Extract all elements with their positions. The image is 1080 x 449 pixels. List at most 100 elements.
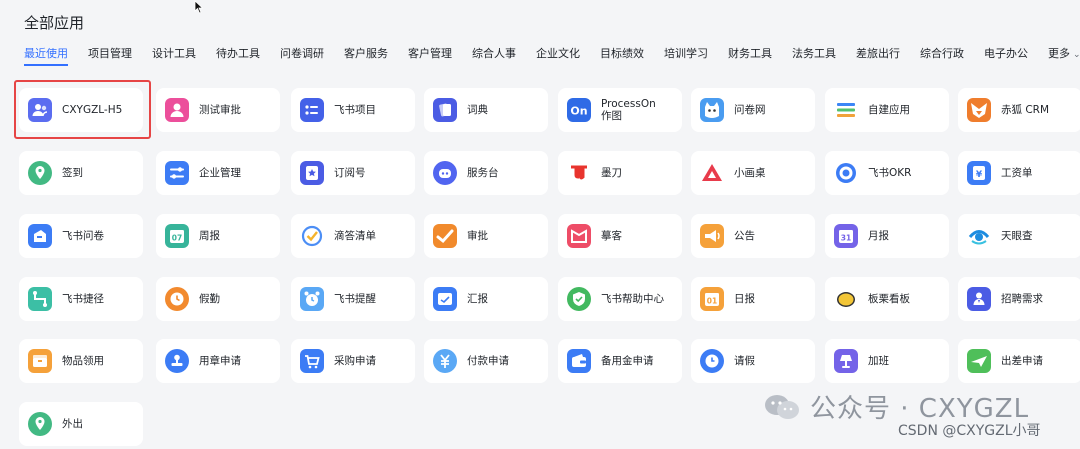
- app-label: 审批: [467, 230, 488, 242]
- calendar-icon: 07: [165, 224, 189, 248]
- tab-3[interactable]: 待办工具: [216, 46, 260, 64]
- person-icon: [165, 98, 189, 122]
- tab-8[interactable]: 企业文化: [536, 46, 580, 64]
- tab-2[interactable]: 设计工具: [152, 46, 196, 64]
- wallet-icon: [567, 349, 591, 373]
- app-card[interactable]: 备用金申请: [558, 339, 682, 383]
- app-card[interactable]: 请假: [691, 339, 815, 383]
- triangle-icon: [700, 161, 724, 185]
- modao-icon: [567, 161, 591, 185]
- app-label: 加班: [868, 355, 889, 367]
- app-label: 飞书问卷: [62, 230, 104, 242]
- box-icon: [28, 349, 52, 373]
- app-card[interactable]: 飞书帮助中心: [558, 277, 682, 321]
- app-card[interactable]: 摹客: [558, 214, 682, 258]
- app-card[interactable]: 付款申请: [424, 339, 548, 383]
- tab-9[interactable]: 目标绩效: [600, 46, 644, 64]
- app-card[interactable]: 汇报: [424, 277, 548, 321]
- app-card[interactable]: 滴答清单: [291, 214, 415, 258]
- app-label: 签到: [62, 167, 83, 179]
- tab-label: 综合人事: [472, 47, 516, 60]
- leave-icon: [700, 349, 724, 373]
- app-card[interactable]: 01 日报: [691, 277, 815, 321]
- app-card[interactable]: 招聘需求: [958, 277, 1080, 321]
- tab-6[interactable]: 客户管理: [408, 46, 452, 64]
- app-label: 日报: [734, 293, 755, 305]
- pin-icon: [28, 412, 52, 436]
- app-card[interactable]: 签到: [19, 151, 143, 195]
- app-label: 问卷网: [734, 104, 766, 116]
- app-label: 招聘需求: [1001, 293, 1043, 305]
- app-card[interactable]: 企业管理: [156, 151, 280, 195]
- app-card[interactable]: 飞书问卷: [19, 214, 143, 258]
- app-card[interactable]: 词典: [424, 88, 548, 132]
- tab-14[interactable]: 综合行政: [920, 46, 964, 64]
- tab-10[interactable]: 培训学习: [664, 46, 708, 64]
- app-label: 测试审批: [199, 104, 241, 116]
- app-card[interactable]: 采购申请: [291, 339, 415, 383]
- tab-16[interactable]: 更多 ⌄: [1048, 46, 1080, 64]
- tab-0[interactable]: 最近使用: [24, 46, 68, 66]
- app-card[interactable]: 飞书提醒: [291, 277, 415, 321]
- app-card[interactable]: 飞书OKR: [825, 151, 949, 195]
- app-card[interactable]: 审批: [424, 214, 548, 258]
- app-card[interactable]: 加班: [825, 339, 949, 383]
- app-card[interactable]: 小画桌: [691, 151, 815, 195]
- tab-15[interactable]: 电子办公: [984, 46, 1028, 64]
- app-card[interactable]: On ProcessOn作图: [558, 88, 682, 132]
- app-card[interactable]: 天眼查: [958, 214, 1080, 258]
- app-card[interactable]: 飞书项目: [291, 88, 415, 132]
- app-label: ProcessOn作图: [601, 98, 656, 122]
- app-label: 请假: [734, 355, 755, 367]
- tab-label: 企业文化: [536, 47, 580, 60]
- app-card[interactable]: 公告: [691, 214, 815, 258]
- target-icon: [834, 161, 858, 185]
- tab-13[interactable]: 差旅出行: [856, 46, 900, 64]
- app-card[interactable]: 飞书捷径: [19, 277, 143, 321]
- app-card[interactable]: 服务台: [424, 151, 548, 195]
- stamp-icon: [165, 349, 189, 373]
- app-label: 周报: [199, 230, 220, 242]
- app-card[interactable]: 31 月报: [825, 214, 949, 258]
- mouse-cursor-icon: [194, 0, 204, 14]
- tab-5[interactable]: 客户服务: [344, 46, 388, 64]
- tab-label: 财务工具: [728, 47, 772, 60]
- tab-1[interactable]: 项目管理: [88, 46, 132, 64]
- app-card[interactable]: 自建应用: [825, 88, 949, 132]
- app-card[interactable]: 测试审批: [156, 88, 280, 132]
- tab-4[interactable]: 问卷调研: [280, 46, 324, 64]
- app-card[interactable]: 板栗看板: [825, 277, 949, 321]
- app-label: 公告: [734, 230, 755, 242]
- app-card[interactable]: 用章申请: [156, 339, 280, 383]
- app-card[interactable]: 订阅号: [291, 151, 415, 195]
- app-label: 备用金申请: [601, 355, 654, 367]
- app-card[interactable]: 外出: [19, 402, 143, 446]
- app-card[interactable]: ¥ 工资单: [958, 151, 1080, 195]
- tab-7[interactable]: 综合人事: [472, 46, 516, 64]
- svg-text:31: 31: [841, 234, 851, 243]
- cards-icon: [433, 98, 457, 122]
- app-card[interactable]: 问卷网: [691, 88, 815, 132]
- app-card[interactable]: 出差申请: [958, 339, 1080, 383]
- tab-11[interactable]: 财务工具: [728, 46, 772, 64]
- app-card[interactable]: 07 周报: [156, 214, 280, 258]
- app-label: 企业管理: [199, 167, 241, 179]
- svg-text:¥: ¥: [976, 170, 983, 180]
- check-icon: [300, 224, 324, 248]
- tab-12[interactable]: 法务工具: [792, 46, 836, 64]
- svg-text:01: 01: [707, 297, 717, 306]
- app-label: 板栗看板: [868, 293, 910, 305]
- app-card[interactable]: 赤狐 CRM: [958, 88, 1080, 132]
- calendar-icon: 31: [834, 224, 858, 248]
- page-title: 全部应用: [24, 14, 85, 32]
- chestnut-icon: [834, 287, 858, 311]
- app-label: 出差申请: [1001, 355, 1043, 367]
- app-card[interactable]: 墨刀: [558, 151, 682, 195]
- app-card[interactable]: 物品领用: [19, 339, 143, 383]
- calendar-icon: 01: [700, 287, 724, 311]
- eye-icon: [967, 224, 991, 248]
- app-card[interactable]: 假勤: [156, 277, 280, 321]
- megaphone-icon: [700, 224, 724, 248]
- app-label: 假勤: [199, 293, 220, 305]
- tab-label: 客户服务: [344, 47, 388, 60]
